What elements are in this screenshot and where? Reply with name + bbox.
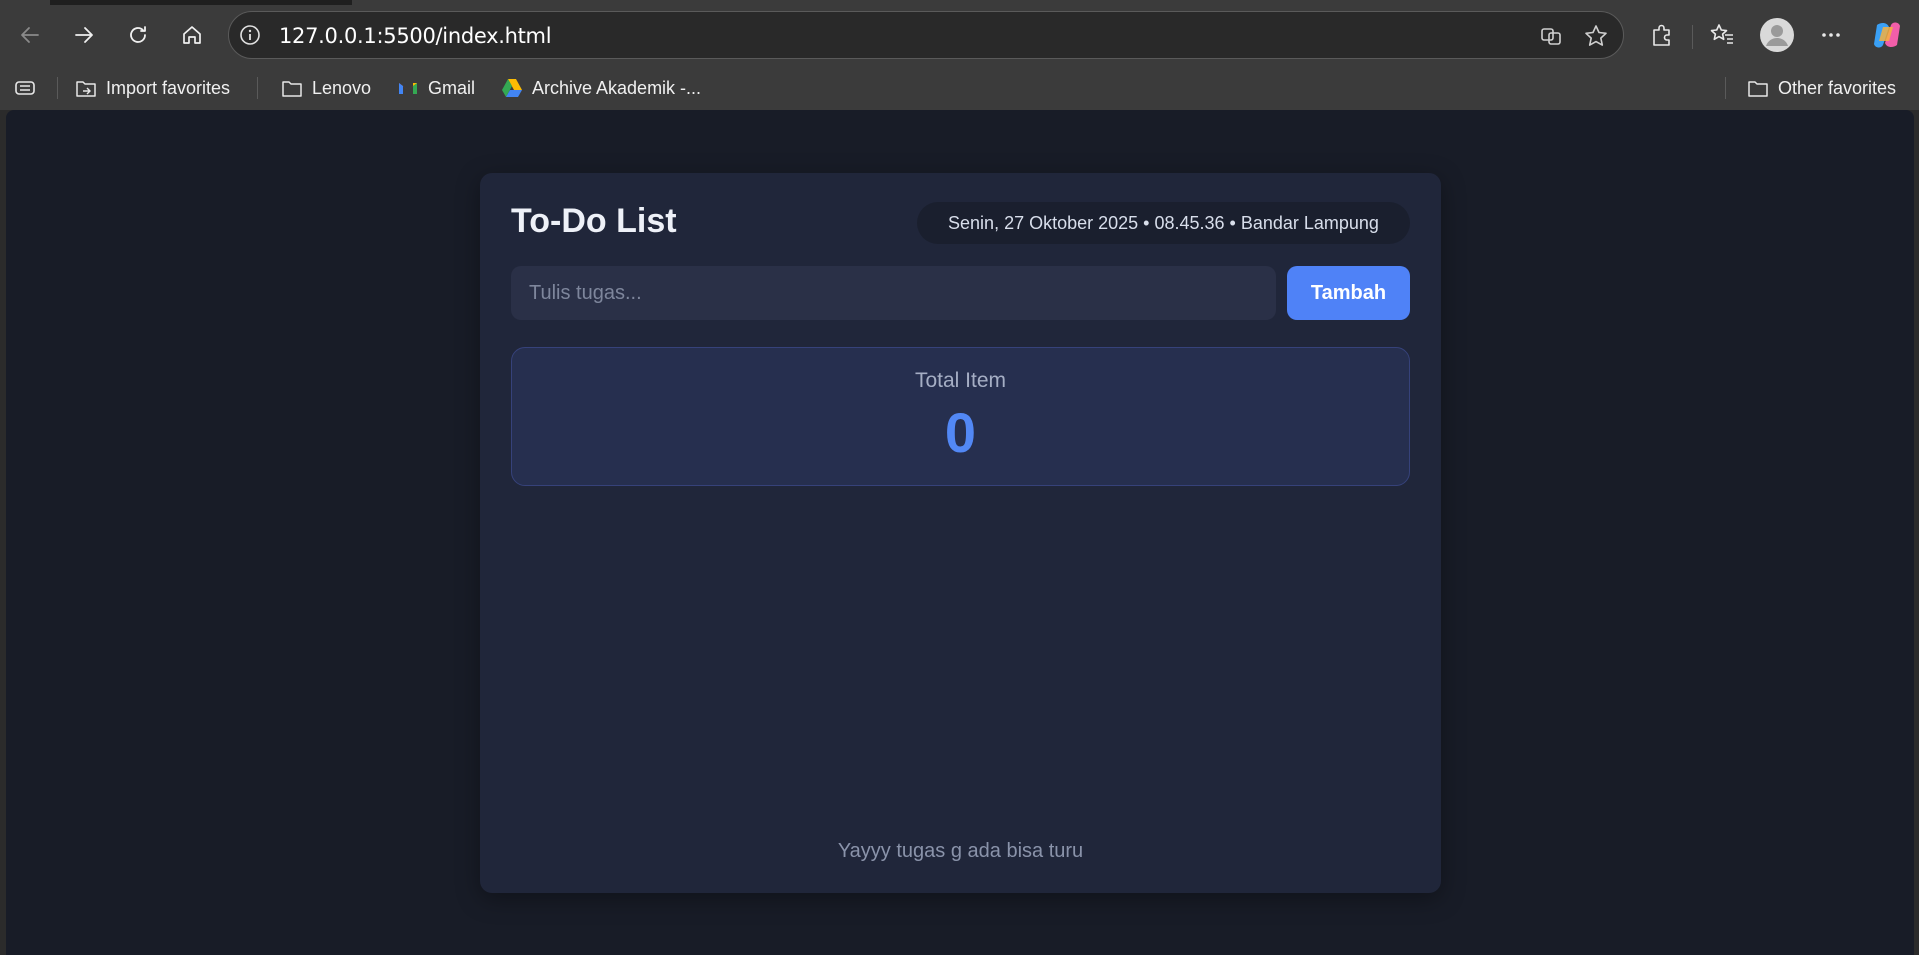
- more-horizontal-icon: [1822, 33, 1840, 37]
- more-menu-button[interactable]: [1815, 19, 1847, 51]
- copilot-icon: [1874, 22, 1900, 48]
- page-title: To-Do List: [511, 202, 677, 240]
- back-button[interactable]: [10, 15, 50, 55]
- browser-toolbar: 127.0.0.1:5500/index.html: [0, 5, 1919, 65]
- total-items-count: 0: [944, 401, 977, 464]
- puzzle-icon: [1653, 24, 1670, 46]
- copilot-button[interactable]: [1869, 17, 1905, 53]
- reload-icon: [130, 26, 146, 43]
- favorites-button[interactable]: [1706, 19, 1738, 51]
- import-icon: [76, 81, 96, 97]
- forward-button[interactable]: [64, 15, 104, 55]
- bookmark-other-favorites[interactable]: Other favorites: [1746, 74, 1896, 102]
- home-button[interactable]: [172, 15, 212, 55]
- tab-actions-icon: [15, 81, 35, 95]
- address-bar[interactable]: 127.0.0.1:5500/index.html: [228, 11, 1624, 59]
- bookmarks-divider: [257, 77, 258, 99]
- translate-icon[interactable]: [1537, 22, 1565, 50]
- bookmark-label: Archive Akademik -...: [532, 77, 702, 98]
- add-task-button[interactable]: Tambah: [1287, 266, 1410, 320]
- empty-state-message: Yayyy tugas g ada bisa turu: [837, 840, 1084, 862]
- folder-icon: [282, 81, 302, 97]
- gmail-icon: [399, 83, 417, 94]
- google-drive-icon: [502, 79, 522, 97]
- url-text[interactable]: 127.0.0.1:5500/index.html: [279, 24, 552, 48]
- arrow-left-icon: [21, 27, 39, 43]
- tab-actions-button[interactable]: [13, 74, 45, 102]
- folder-icon: [1748, 81, 1768, 97]
- todo-card: To-Do List Senin, 27 Oktober 2025 • 08.4…: [480, 173, 1441, 893]
- datetime-badge: Senin, 27 Oktober 2025 • 08.45.36 • Band…: [917, 202, 1410, 244]
- toolbar-divider: [1692, 25, 1693, 49]
- bookmark-label: Lenovo: [312, 77, 372, 98]
- bookmark-label: Other favorites: [1778, 77, 1897, 98]
- info-icon[interactable]: [239, 24, 261, 46]
- bookmarks-bar: Import favorites Lenovo Gmail Archive Ak…: [0, 65, 1919, 110]
- extensions-button[interactable]: [1646, 19, 1678, 51]
- profile-button[interactable]: [1759, 17, 1795, 53]
- bookmark-label: Gmail: [428, 77, 476, 98]
- total-items-label: Total Item: [914, 369, 1007, 392]
- bookmark-label: Import favorites: [106, 77, 231, 98]
- favorites-list-icon: [1710, 24, 1733, 44]
- total-items-panel: Total Item 0: [511, 347, 1410, 486]
- arrow-right-icon: [75, 27, 93, 43]
- bookmark-import-favorites[interactable]: Import favorites: [74, 74, 230, 102]
- bookmark-gmail[interactable]: Gmail: [396, 74, 475, 102]
- page-viewport: To-Do List Senin, 27 Oktober 2025 • 08.4…: [6, 110, 1914, 955]
- avatar-icon: [1760, 18, 1794, 52]
- bookmarks-divider: [57, 77, 58, 99]
- reload-button[interactable]: [118, 15, 158, 55]
- bookmark-lenovo[interactable]: Lenovo: [280, 74, 371, 102]
- home-icon: [183, 26, 201, 44]
- bookmark-archive-akademik[interactable]: Archive Akademik -...: [500, 74, 701, 102]
- star-icon[interactable]: [1582, 22, 1610, 50]
- task-input[interactable]: [511, 266, 1276, 320]
- bookmarks-divider: [1725, 77, 1726, 99]
